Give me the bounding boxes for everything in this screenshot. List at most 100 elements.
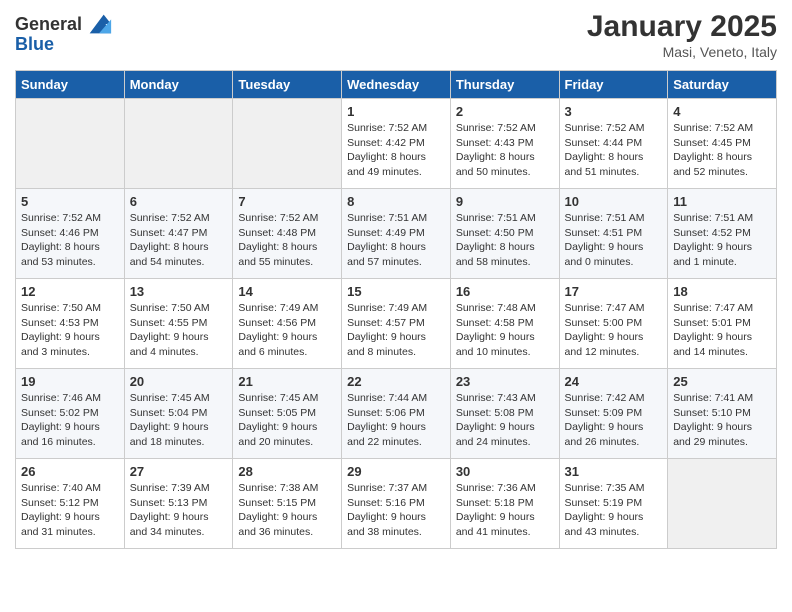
table-cell: 31Sunrise: 7:35 AM Sunset: 5:19 PM Dayli… — [559, 459, 668, 549]
table-cell: 25 Sunrise: 7:41 AM Sunset: 5:10 PM Dayli… — [668, 369, 777, 459]
day-number: 4 — [673, 104, 771, 119]
day-info: Sunrise: 7:47 AM Sunset: 5:00 PM Dayligh… — [565, 301, 663, 360]
day-info: Sunrise: 7:38 AM Sunset: 5:15 PM Dayligh… — [238, 481, 336, 540]
day-number: 21 — [238, 374, 336, 389]
table-cell: 29 Sunrise: 7:37 AM Sunset: 5:16 PM Dayli… — [342, 459, 451, 549]
day-number: 30 — [456, 464, 554, 479]
day-number: 24 — [565, 374, 663, 389]
header-friday: Friday — [559, 71, 668, 99]
day-info: Sunrise: 7:52 AM Sunset: 4:45 PM Dayligh… — [673, 121, 771, 180]
logo-blue: Blue — [15, 34, 54, 55]
day-info: Sunrise: 7:42 AM Sunset: 5:09 PM Dayligh… — [565, 391, 663, 450]
week-row-4: 26 Sunrise: 7:40 AM Sunset: 5:12 PM Dayli… — [16, 459, 777, 549]
day-info: Sunrise: 7:46 AM Sunset: 5:02 PM Dayligh… — [21, 391, 119, 450]
table-cell: 4 Sunrise: 7:52 AM Sunset: 4:45 PM Daylig… — [668, 99, 777, 189]
day-info: Sunrise: 7:45 AM Sunset: 5:05 PM Dayligh… — [238, 391, 336, 450]
day-number: 5 — [21, 194, 119, 209]
table-cell — [233, 99, 342, 189]
day-info: Sunrise: 7:52 AM Sunset: 4:47 PM Dayligh… — [130, 211, 228, 270]
day-info: Sunrise: 7:41 AM Sunset: 5:10 PM Dayligh… — [673, 391, 771, 450]
table-cell: 28 Sunrise: 7:38 AM Sunset: 5:15 PM Dayli… — [233, 459, 342, 549]
day-number: 8 — [347, 194, 445, 209]
day-number: 9 — [456, 194, 554, 209]
table-cell: 5Sunrise: 7:52 AM Sunset: 4:46 PM Daylig… — [16, 189, 125, 279]
day-info: Sunrise: 7:44 AM Sunset: 5:06 PM Dayligh… — [347, 391, 445, 450]
day-number: 20 — [130, 374, 228, 389]
day-info: Sunrise: 7:52 AM Sunset: 4:42 PM Dayligh… — [347, 121, 445, 180]
day-info: Sunrise: 7:35 AM Sunset: 5:19 PM Dayligh… — [565, 481, 663, 540]
day-number: 27 — [130, 464, 228, 479]
day-info: Sunrise: 7:50 AM Sunset: 4:53 PM Dayligh… — [21, 301, 119, 360]
day-number: 11 — [673, 194, 771, 209]
header-wednesday: Wednesday — [342, 71, 451, 99]
day-info: Sunrise: 7:40 AM Sunset: 5:12 PM Dayligh… — [21, 481, 119, 540]
table-cell: 16Sunrise: 7:48 AM Sunset: 4:58 PM Dayli… — [450, 279, 559, 369]
day-number: 18 — [673, 284, 771, 299]
table-cell: 21 Sunrise: 7:45 AM Sunset: 5:05 PM Dayli… — [233, 369, 342, 459]
header: General Blue January 2025 Masi, Veneto, … — [15, 10, 777, 60]
day-info: Sunrise: 7:36 AM Sunset: 5:18 PM Dayligh… — [456, 481, 554, 540]
day-number: 10 — [565, 194, 663, 209]
table-cell: 27Sunrise: 7:39 AM Sunset: 5:13 PM Dayli… — [124, 459, 233, 549]
header-tuesday: Tuesday — [233, 71, 342, 99]
table-cell: 30 Sunrise: 7:36 AM Sunset: 5:18 PM Dayli… — [450, 459, 559, 549]
table-cell: 24 Sunrise: 7:42 AM Sunset: 5:09 PM Dayli… — [559, 369, 668, 459]
day-number: 23 — [456, 374, 554, 389]
day-number: 12 — [21, 284, 119, 299]
day-info: Sunrise: 7:51 AM Sunset: 4:51 PM Dayligh… — [565, 211, 663, 270]
day-number: 22 — [347, 374, 445, 389]
day-info: Sunrise: 7:49 AM Sunset: 4:57 PM Dayligh… — [347, 301, 445, 360]
day-info: Sunrise: 7:51 AM Sunset: 4:50 PM Dayligh… — [456, 211, 554, 270]
day-info: Sunrise: 7:50 AM Sunset: 4:55 PM Dayligh… — [130, 301, 228, 360]
table-cell: 8 Sunrise: 7:51 AM Sunset: 4:49 PM Daylig… — [342, 189, 451, 279]
logo-icon — [85, 10, 113, 38]
table-cell — [124, 99, 233, 189]
day-number: 28 — [238, 464, 336, 479]
day-info: Sunrise: 7:51 AM Sunset: 4:49 PM Dayligh… — [347, 211, 445, 270]
month-title: January 2025 — [587, 10, 777, 44]
header-saturday: Saturday — [668, 71, 777, 99]
day-info: Sunrise: 7:52 AM Sunset: 4:44 PM Dayligh… — [565, 121, 663, 180]
day-info: Sunrise: 7:48 AM Sunset: 4:58 PM Dayligh… — [456, 301, 554, 360]
day-number: 7 — [238, 194, 336, 209]
day-info: Sunrise: 7:52 AM Sunset: 4:48 PM Dayligh… — [238, 211, 336, 270]
table-cell: 12 Sunrise: 7:50 AM Sunset: 4:53 PM Dayli… — [16, 279, 125, 369]
table-cell: 22 Sunrise: 7:44 AM Sunset: 5:06 PM Dayli… — [342, 369, 451, 459]
table-cell: 1 Sunrise: 7:52 AM Sunset: 4:42 PM Daylig… — [342, 99, 451, 189]
table-cell: 18Sunrise: 7:47 AM Sunset: 5:01 PM Dayli… — [668, 279, 777, 369]
table-cell: 10 Sunrise: 7:51 AM Sunset: 4:51 PM Dayli… — [559, 189, 668, 279]
day-number: 3 — [565, 104, 663, 119]
day-info: Sunrise: 7:52 AM Sunset: 4:43 PM Dayligh… — [456, 121, 554, 180]
location-subtitle: Masi, Veneto, Italy — [587, 44, 777, 60]
day-number: 29 — [347, 464, 445, 479]
table-cell: 23Sunrise: 7:43 AM Sunset: 5:08 PM Dayli… — [450, 369, 559, 459]
table-cell — [16, 99, 125, 189]
table-cell: 7 Sunrise: 7:52 AM Sunset: 4:48 PM Daylig… — [233, 189, 342, 279]
day-number: 25 — [673, 374, 771, 389]
week-row-2: 12 Sunrise: 7:50 AM Sunset: 4:53 PM Dayli… — [16, 279, 777, 369]
table-cell: 26 Sunrise: 7:40 AM Sunset: 5:12 PM Dayli… — [16, 459, 125, 549]
day-info: Sunrise: 7:45 AM Sunset: 5:04 PM Dayligh… — [130, 391, 228, 450]
table-cell: 14 Sunrise: 7:49 AM Sunset: 4:56 PM Dayli… — [233, 279, 342, 369]
day-number: 1 — [347, 104, 445, 119]
day-number: 15 — [347, 284, 445, 299]
table-cell: 6Sunrise: 7:52 AM Sunset: 4:47 PM Daylig… — [124, 189, 233, 279]
header-sunday: Sunday — [16, 71, 125, 99]
table-cell: 9 Sunrise: 7:51 AM Sunset: 4:50 PM Daylig… — [450, 189, 559, 279]
table-cell: 19 Sunrise: 7:46 AM Sunset: 5:02 PM Dayli… — [16, 369, 125, 459]
day-info: Sunrise: 7:37 AM Sunset: 5:16 PM Dayligh… — [347, 481, 445, 540]
logo: General Blue — [15, 10, 113, 55]
day-number: 19 — [21, 374, 119, 389]
logo-general: General — [15, 14, 82, 35]
day-number: 26 — [21, 464, 119, 479]
day-number: 14 — [238, 284, 336, 299]
table-cell: 2 Sunrise: 7:52 AM Sunset: 4:43 PM Daylig… — [450, 99, 559, 189]
title-block: January 2025 Masi, Veneto, Italy — [587, 10, 777, 60]
day-number: 2 — [456, 104, 554, 119]
table-cell: 20 Sunrise: 7:45 AM Sunset: 5:04 PM Dayli… — [124, 369, 233, 459]
day-info: Sunrise: 7:49 AM Sunset: 4:56 PM Dayligh… — [238, 301, 336, 360]
calendar-table: Sunday Monday Tuesday Wednesday Thursday… — [15, 70, 777, 549]
table-cell: 11Sunrise: 7:51 AM Sunset: 4:52 PM Dayli… — [668, 189, 777, 279]
header-monday: Monday — [124, 71, 233, 99]
header-thursday: Thursday — [450, 71, 559, 99]
